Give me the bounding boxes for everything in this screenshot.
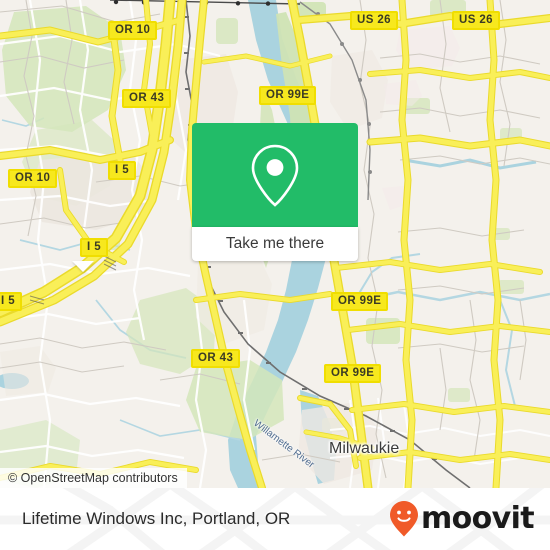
- route-shield: OR 99E: [324, 364, 382, 383]
- route-shield: US 26: [350, 11, 398, 30]
- route-shield: OR 99E: [259, 86, 317, 105]
- location-popup-card[interactable]: Take me there: [192, 123, 358, 261]
- map-attribution[interactable]: © OpenStreetMap contributors: [0, 468, 187, 488]
- popup-action-row[interactable]: Take me there: [192, 227, 358, 261]
- route-shield: OR 99E: [331, 292, 389, 311]
- route-shield: OR 43: [122, 89, 172, 108]
- location-title: Lifetime Windows Inc, Portland, OR: [22, 509, 291, 528]
- route-shield: OR 43: [191, 349, 241, 368]
- moovit-smiley-pin-icon: [389, 501, 418, 537]
- map-pin-icon: [251, 144, 299, 207]
- moovit-logo[interactable]: moovit: [389, 500, 535, 538]
- popup-header: [192, 123, 358, 227]
- route-shield: US 26: [452, 11, 500, 30]
- route-shield: OR 10: [8, 169, 58, 188]
- moovit-wordmark: moovit: [420, 501, 535, 536]
- route-shield: OR 10: [108, 21, 158, 40]
- take-me-there-label: Take me there: [225, 235, 325, 252]
- map-screenshot: OR 10 US 26 US 26 OR 43 OR 99E OR 10 I 5…: [0, 0, 550, 550]
- route-shield: I 5: [80, 238, 108, 257]
- footer-bar: Lifetime Windows Inc, Portland, OR moovi…: [0, 488, 550, 550]
- place-label-milwaukie: Milwaukie: [329, 440, 400, 457]
- route-shield: I 5: [0, 292, 22, 311]
- route-shield: I 5: [108, 161, 136, 180]
- map-canvas[interactable]: OR 10 US 26 US 26 OR 43 OR 99E OR 10 I 5…: [0, 0, 550, 488]
- popup-pointer-tail: [72, 261, 94, 272]
